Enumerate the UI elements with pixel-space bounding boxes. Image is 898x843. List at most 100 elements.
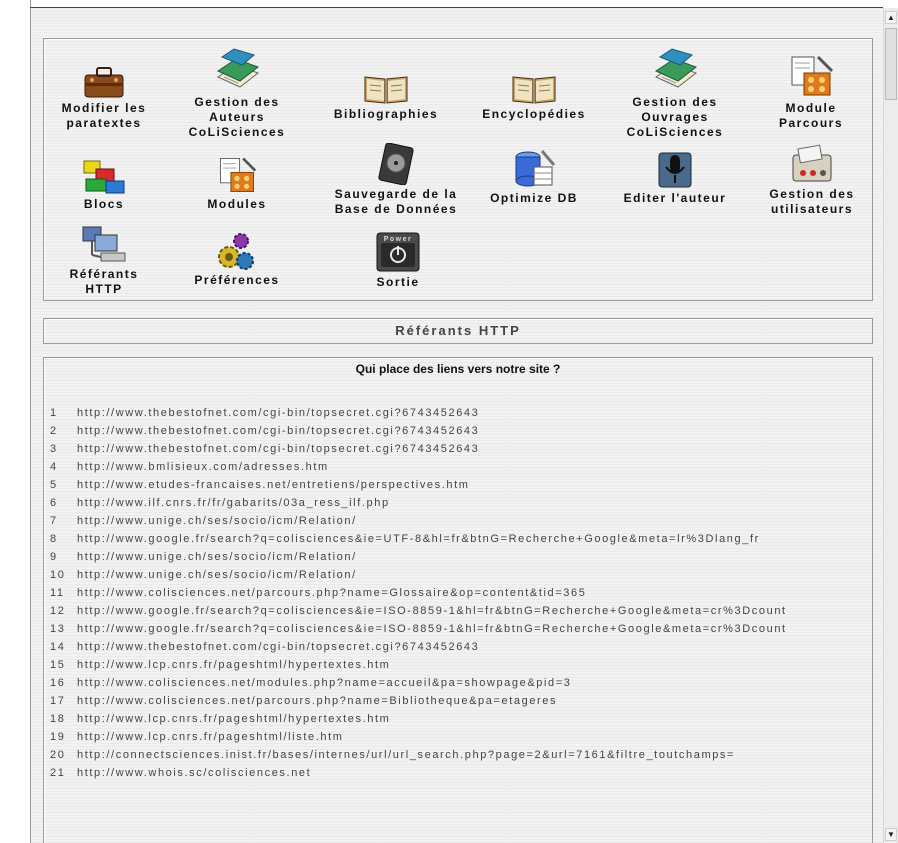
power-label: Power bbox=[384, 236, 413, 243]
row-number: 14 bbox=[50, 641, 66, 653]
list-item: 17 http://www.colisciences.net/parcours.p… bbox=[50, 695, 870, 707]
referer-url: http://www.thebestofnet.com/cgi-bin/tops… bbox=[77, 641, 480, 653]
referer-url: http://www.colisciences.net/parcours.php… bbox=[77, 587, 587, 599]
icon-label: Gestion des utilisateurs bbox=[769, 187, 855, 216]
referants-http-link[interactable]: Référants HTTP bbox=[48, 225, 160, 297]
list-item: 5 http://www.etudes-francaises.net/entret… bbox=[50, 479, 870, 491]
list-item: 16 http://www.colisciences.net/modules.ph… bbox=[50, 677, 870, 689]
row-number: 10 bbox=[50, 569, 66, 581]
icon-label: Optimize DB bbox=[490, 191, 578, 205]
icon-label: Blocs bbox=[83, 197, 125, 211]
referer-url: http://www.colisciences.net/parcours.php… bbox=[77, 695, 558, 707]
gestion-utilisateurs-link[interactable]: Gestion des utilisateurs bbox=[752, 143, 872, 217]
row-number: 16 bbox=[50, 677, 66, 689]
bibliographies-link[interactable]: Bibliographies bbox=[320, 73, 452, 122]
power-icon: Power bbox=[376, 232, 420, 272]
module-parcours-link[interactable]: Module Parcours bbox=[756, 53, 866, 131]
referer-url: http://www.thebestofnet.com/cgi-bin/tops… bbox=[77, 407, 480, 419]
gears-icon bbox=[218, 233, 254, 270]
sauvegarde-db-link[interactable]: Sauvegarde de la Base de Données bbox=[316, 143, 476, 217]
referer-url: http://www.thebestofnet.com/cgi-bin/tops… bbox=[77, 443, 480, 455]
section-title-box: Référants HTTP bbox=[43, 318, 873, 344]
list-heading: Qui place des liens vers notre site ? bbox=[355, 362, 561, 376]
gestion-auteurs-link[interactable]: Gestion des Auteurs CoLiSciences bbox=[172, 47, 302, 140]
list-item: 12 http://www.google.fr/search?q=coliscie… bbox=[50, 605, 870, 617]
list-item: 9 http://www.unige.ch/ses/socio/icm/Relat… bbox=[50, 551, 870, 563]
list-item: 19 http://www.lcp.cnrs.fr/pageshtml/liste… bbox=[50, 731, 870, 743]
optimize-db-link[interactable]: Optimize DB bbox=[472, 149, 596, 206]
list-item: 10 http://www.unige.ch/ses/socio/icm/Rela… bbox=[50, 569, 870, 581]
icon-label: Sauvegarde de la Base de Données bbox=[334, 187, 458, 216]
book-icon bbox=[216, 48, 260, 88]
left-frame bbox=[0, 0, 31, 843]
referer-url: http://www.thebestofnet.com/cgi-bin/tops… bbox=[77, 425, 480, 437]
referer-url: http://www.lcp.cnrs.fr/pageshtml/hyperte… bbox=[77, 713, 391, 725]
row-number: 17 bbox=[50, 695, 66, 707]
row-number: 18 bbox=[50, 713, 66, 725]
row-number: 8 bbox=[50, 533, 58, 545]
referer-url: http://www.google.fr/search?q=coliscienc… bbox=[77, 623, 787, 635]
open-book-icon bbox=[512, 76, 556, 104]
row-number: 2 bbox=[50, 425, 58, 437]
row-number: 4 bbox=[50, 461, 58, 473]
blocs-link[interactable]: Blocs bbox=[48, 155, 160, 212]
computers-icon bbox=[82, 226, 126, 262]
icon-label: Gestion des Ouvrages CoLiSciences bbox=[626, 95, 724, 139]
scroll-thumb[interactable] bbox=[885, 28, 897, 100]
database-icon bbox=[515, 150, 556, 187]
list-item: 2 http://www.thebestofnet.com/cgi-bin/top… bbox=[50, 425, 870, 437]
referer-url: http://www.bmlisieux.com/adresses.htm bbox=[77, 461, 329, 473]
list-item: 4 http://www.bmlisieux.com/adresses.htm bbox=[50, 461, 870, 473]
referers-list: 1 http://www.thebestofnet.com/cgi-bin/top… bbox=[50, 407, 870, 785]
referer-url: http://www.unige.ch/ses/socio/icm/Relati… bbox=[77, 569, 357, 581]
list-item: 14 http://www.thebestofnet.com/cgi-bin/to… bbox=[50, 641, 870, 653]
icon-label: Sortie bbox=[376, 275, 420, 289]
row-number: 1 bbox=[50, 407, 58, 419]
list-item: 20 http://connectsciences.inist.fr/bases/… bbox=[50, 749, 870, 761]
row-number: 11 bbox=[50, 587, 65, 599]
referer-url: http://www.colisciences.net/modules.php?… bbox=[77, 677, 572, 689]
icon-label: Module Parcours bbox=[778, 101, 844, 130]
row-number: 9 bbox=[50, 551, 58, 563]
icon-label: Encyclopédies bbox=[482, 107, 586, 121]
list-item: 18 http://www.lcp.cnrs.fr/pageshtml/hyper… bbox=[50, 713, 870, 725]
row-number: 7 bbox=[50, 515, 58, 527]
suitcase-icon bbox=[84, 67, 124, 98]
scroll-down-button[interactable]: ▼ bbox=[885, 828, 897, 841]
referer-url: http://www.etudes-francaises.net/entreti… bbox=[77, 479, 470, 491]
icon-label: Préférences bbox=[194, 273, 280, 287]
icon-label: Gestion des Auteurs CoLiSciences bbox=[188, 95, 286, 139]
list-item: 6 http://www.ilf.cnrs.fr/fr/gabarits/03a_… bbox=[50, 497, 870, 509]
icon-label: Modules bbox=[207, 197, 267, 211]
book-icon bbox=[654, 48, 698, 88]
disk-icon bbox=[378, 143, 414, 185]
referer-url: http://www.lcp.cnrs.fr/pageshtml/liste.h… bbox=[77, 731, 344, 743]
tools-icon bbox=[220, 157, 257, 192]
gestion-ouvrages-link[interactable]: Gestion des Ouvrages CoLiSciences bbox=[610, 47, 740, 140]
encyclopedies-link[interactable]: Encyclopédies bbox=[472, 73, 596, 122]
open-book-icon bbox=[364, 76, 408, 104]
scroll-up-button[interactable]: ▲ bbox=[885, 11, 897, 24]
blocks-icon bbox=[83, 160, 125, 194]
row-number: 3 bbox=[50, 443, 58, 455]
sortie-link[interactable]: Power Sortie bbox=[346, 231, 450, 290]
microphone-icon bbox=[658, 152, 692, 188]
row-number: 21 bbox=[50, 767, 66, 779]
preferences-link[interactable]: Préférences bbox=[182, 231, 292, 288]
referer-url: http://www.google.fr/search?q=coliscienc… bbox=[77, 605, 787, 617]
list-item: 7 http://www.unige.ch/ses/socio/icm/Relat… bbox=[50, 515, 870, 527]
modifier-paratextes-link[interactable]: Modifier les paratextes bbox=[48, 63, 160, 131]
tools-icon bbox=[791, 55, 834, 96]
list-item: 15 http://www.lcp.cnrs.fr/pageshtml/hyper… bbox=[50, 659, 870, 671]
row-number: 5 bbox=[50, 479, 58, 491]
row-number: 19 bbox=[50, 731, 66, 743]
modules-link[interactable]: Modules bbox=[182, 155, 292, 212]
list-item: 11 http://www.colisciences.net/parcours.p… bbox=[50, 587, 870, 599]
editer-auteur-link[interactable]: Editer l'auteur bbox=[608, 149, 742, 206]
icon-label: Référants HTTP bbox=[69, 267, 139, 296]
list-item: 13 http://www.google.fr/search?q=coliscie… bbox=[50, 623, 870, 635]
vertical-scrollbar[interactable]: ▲ ▼ bbox=[883, 8, 898, 843]
admin-icon-panel: Modifier les paratextes Gestion des Aute… bbox=[43, 38, 873, 301]
section-title: Référants HTTP bbox=[395, 323, 521, 338]
referer-url: http://www.ilf.cnrs.fr/fr/gabarits/03a_r… bbox=[77, 497, 390, 509]
